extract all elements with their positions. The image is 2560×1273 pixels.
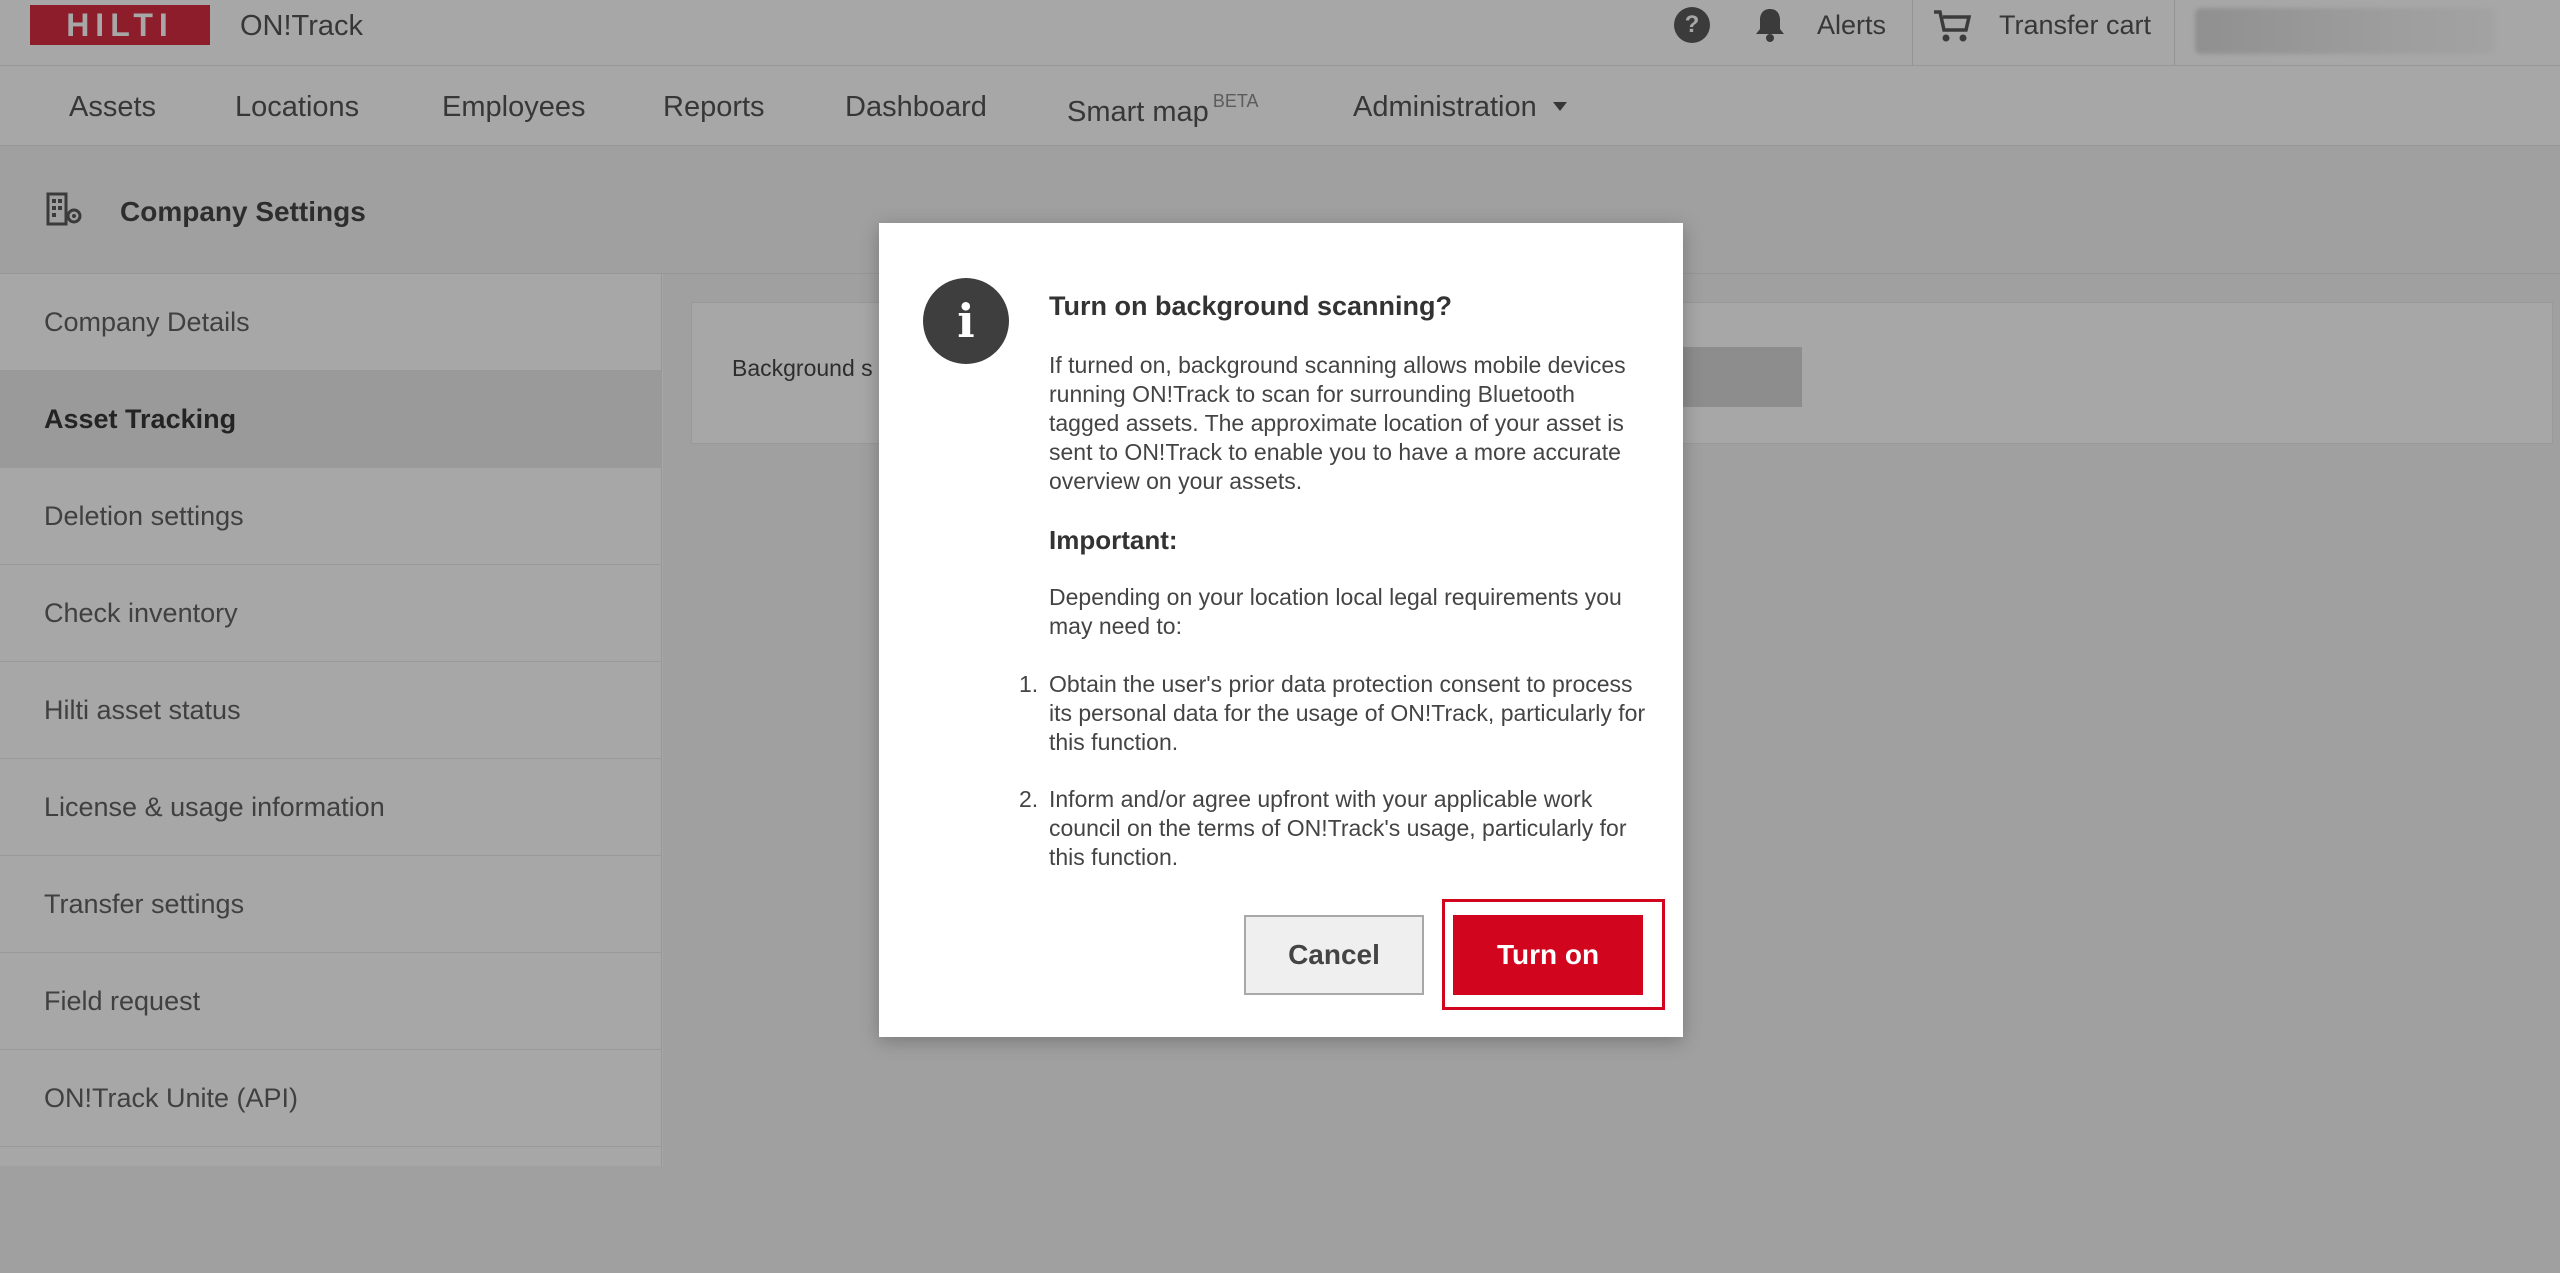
dialog-title: Turn on background scanning? [1049, 291, 1452, 321]
list-item: 2. Inform and/or agree upfront with your… [1019, 785, 1649, 872]
dialog-body: If turned on, background scanning allows… [1049, 352, 1626, 494]
info-icon: i [923, 278, 1009, 364]
list-text: Obtain the user's prior data protection … [1049, 671, 1646, 755]
background-scanning-dialog: i Turn on background scanning? If turned… [879, 223, 1683, 1037]
list-number: 1. [1019, 671, 1039, 697]
dependency-text: Depending on your location local legal r… [1049, 584, 1622, 639]
important-heading: Important: [1049, 525, 1178, 555]
list-item: 1. Obtain the user's prior data protecti… [1019, 670, 1649, 757]
list-number: 2. [1019, 786, 1039, 812]
list-text: Inform and/or agree upfront with your ap… [1049, 786, 1627, 870]
cancel-button[interactable]: Cancel [1244, 915, 1424, 995]
turn-on-button[interactable]: Turn on [1453, 915, 1643, 995]
